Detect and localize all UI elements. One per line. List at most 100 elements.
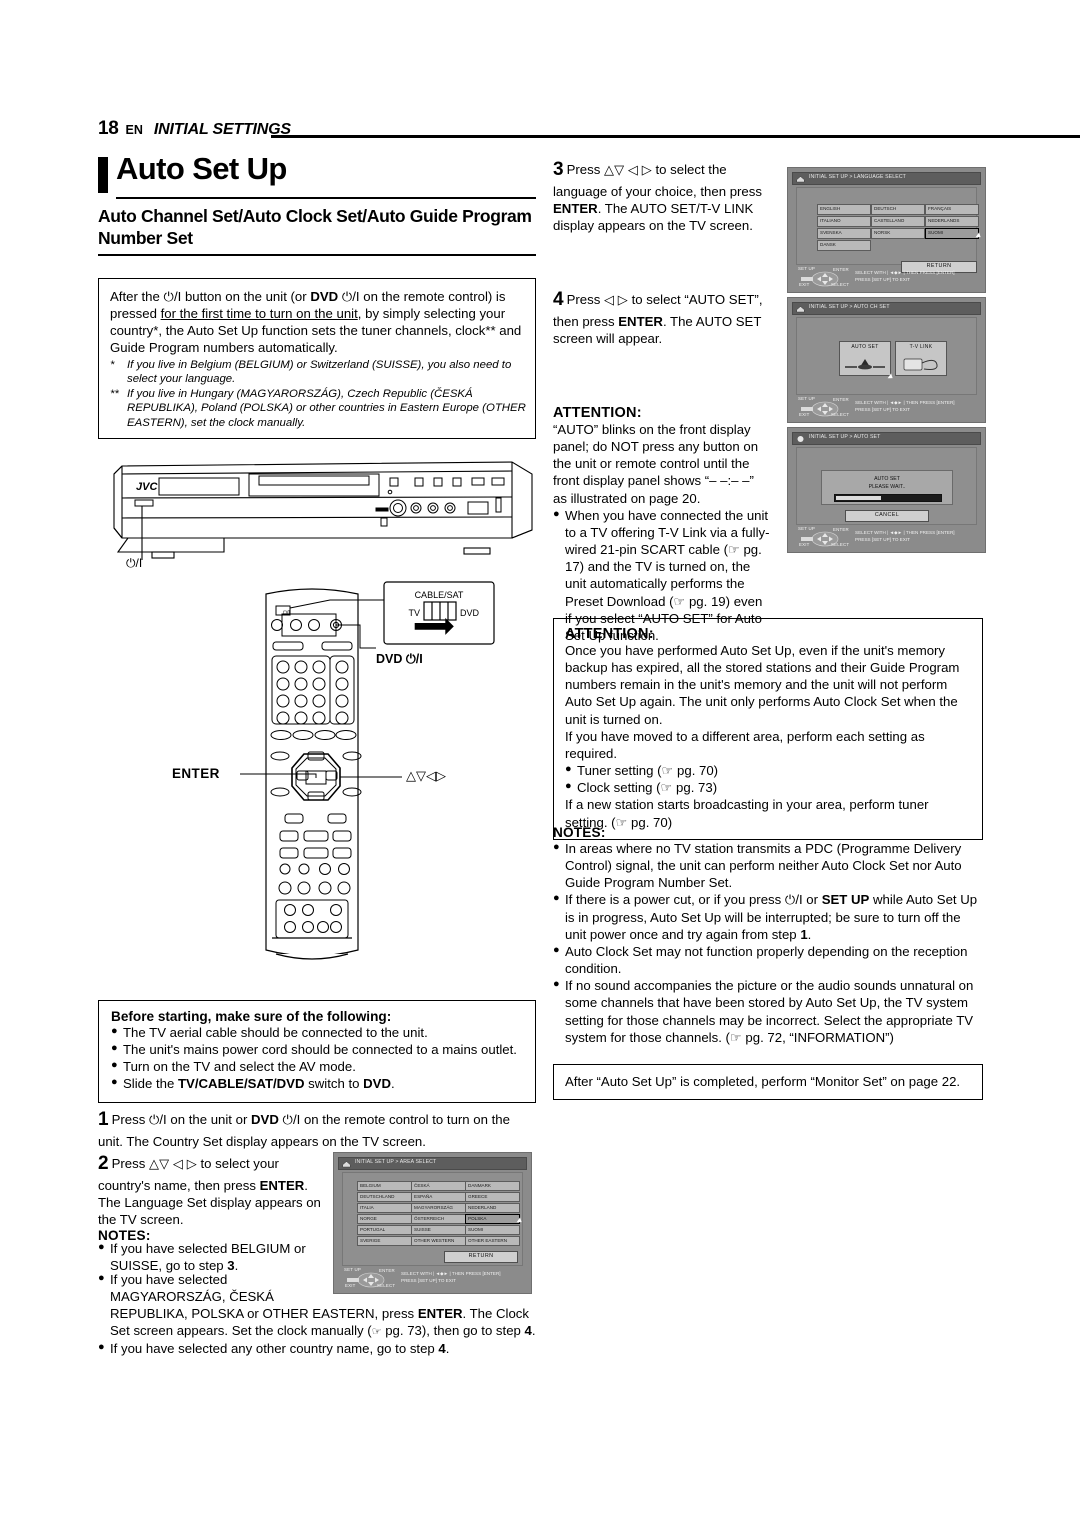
tv-link-button[interactable]: T-V LINK	[895, 341, 947, 376]
page-title: Auto Set Up	[116, 151, 287, 186]
language-footer-line2: PRESS [SET UP] TO EXIT	[855, 277, 910, 282]
area-option-danmark[interactable]: DANMARK	[465, 1181, 520, 1191]
step-3-number: 3	[553, 159, 564, 180]
autoch-footer-setup: SET UP	[798, 396, 815, 401]
notes-right-heading: NOTES:	[553, 825, 606, 840]
area-option-sverige[interactable]: SVERIGE	[357, 1236, 412, 1246]
area-option-nederland[interactable]: NEDERLAND	[465, 1203, 520, 1213]
autoset-footer-exit: EXIT	[799, 542, 810, 547]
auto-set-wait-line-1: AUTO SET	[874, 476, 900, 482]
language-option-deutsch[interactable]: DEUTSCH	[871, 204, 925, 215]
language-option-castellano[interactable]: CASTELLANO	[871, 216, 925, 227]
language-option-norsk[interactable]: NORSK	[871, 228, 925, 239]
attention-2-bullet-1: Tuner setting (☞ pg. 70)	[577, 763, 719, 779]
language-option-english[interactable]: ENGLISH	[817, 204, 871, 215]
auto-set-wait-box: AUTO SET PLEASE WAIT..	[821, 470, 953, 505]
intro-text-b: button on the unit (or	[181, 289, 311, 304]
before-item-3: Turn on the TV and select the AV mode.	[123, 1059, 356, 1075]
attention-2-heading: ATTENTION:	[565, 626, 654, 642]
osd-area-footer: SET UP ENTER EXIT SELECT SELECT WITH | ◄…	[339, 1267, 527, 1291]
autoch-footer-help: SELECT WITH | ◄◆► | THEN PRESS [ENTER] P…	[855, 399, 955, 413]
osd-autoset-title: INITIAL SET UP > AUTO SET	[809, 434, 881, 440]
list-item: ● The TV aerial cable should be connected…	[111, 1024, 525, 1041]
dvd-bold-1: DVD	[310, 289, 339, 304]
area-option-ceska[interactable]: ČESKÁ	[411, 1181, 466, 1191]
osd-area-title: INITIAL SET UP > AREA SELECT	[355, 1159, 437, 1165]
osd-language-title: INITIAL SET UP > LANGUAGE SELECT	[809, 174, 906, 180]
area-option-deutschland[interactable]: DEUTSCHLAND	[357, 1192, 412, 1202]
step-2: 2 Press △▽ ◁ ▷ to select your country's n…	[98, 1152, 326, 1228]
area-footer-enter: ENTER	[379, 1268, 395, 1273]
osd-autoset-panel: AUTO SET PLEASE WAIT.. CANCEL	[796, 447, 977, 525]
list-item: ● Tuner setting (☞ pg. 70)	[565, 762, 972, 779]
area-option-greece[interactable]: GREECE	[465, 1192, 520, 1202]
area-option-belgium[interactable]: BELGIUM	[357, 1181, 412, 1191]
area-option-suisse[interactable]: SUISSE	[411, 1225, 466, 1235]
antenna-icon	[845, 359, 885, 370]
unit-power-label: ⏻/I	[126, 556, 143, 570]
language-footer-line1: SELECT WITH | ◄◆► | THEN PRESS [ENTER]	[855, 270, 955, 275]
step-4-text: Press ◁ ▷ to select “AUTO SET”, then pre…	[553, 292, 763, 346]
step-3-text: Press △▽ ◁ ▷ to select the language of y…	[553, 162, 762, 233]
area-return-button[interactable]: RETURN	[444, 1251, 518, 1263]
intro-underlined: for the first time to turn on the unit	[160, 306, 358, 322]
language-option-italiano[interactable]: ITALIANO	[817, 216, 871, 227]
language-option-suomi[interactable]: SUOMI	[925, 228, 979, 239]
osd-autoset-titlebar: INITIAL SET UP > AUTO SET	[792, 432, 981, 445]
language-option-svenska[interactable]: SVENSKA	[817, 228, 871, 239]
pointer-cursor-icon	[975, 232, 983, 240]
notes-right-item-4: If no sound accompanies the picture or t…	[565, 978, 974, 1045]
footnote-1-text: If you live in Belgium (BELGIUM) or Swit…	[127, 358, 512, 385]
area-option-norge[interactable]: NORGE	[357, 1214, 412, 1224]
auto-set-cancel-button[interactable]: CANCEL	[845, 510, 929, 522]
area-option-other-western[interactable]: OTHER WESTERN	[411, 1236, 466, 1246]
step-1-text: Press ⏻/I on the unit or DVD ⏻/I on the …	[98, 1112, 510, 1149]
remote-control-illustration: ⏻/I CABLE/SAT TV DVD DVD ⏻/I ENTER △▽◁▷	[172, 578, 540, 978]
list-item: ● Clock setting (☞ pg. 73)	[565, 779, 972, 796]
notes-left-item-1: If you have selected BELGIUM or SUISSE, …	[110, 1241, 306, 1274]
language-option-dansk[interactable]: DANSK	[817, 240, 871, 251]
closing-box-text: After “Auto Set Up” is completed, perfor…	[565, 1074, 961, 1089]
area-option-suomi[interactable]: SUOMI	[465, 1225, 520, 1235]
notes-right-block: NOTES: ● In areas where no TV station tra…	[553, 825, 983, 1046]
step-2-number: 2	[98, 1153, 109, 1174]
notes-right-item-3: Auto Clock Set may not function properly…	[565, 943, 968, 977]
pointer-cursor-icon	[887, 373, 895, 381]
autoset-footer-help: SELECT WITH | ◄◆► | THEN PRESS [ENTER] P…	[855, 529, 955, 543]
step-3: 3 Press △▽ ◁ ▷ to select the language of …	[553, 158, 771, 234]
home-icon	[796, 175, 805, 182]
area-option-espana[interactable]: ESPAÑA	[411, 1192, 466, 1202]
step-4-number: 4	[553, 289, 564, 310]
step-4: 4 Press ◁ ▷ to select “AUTO SET”, then pr…	[553, 288, 771, 347]
list-item: ● Turn on the TV and select the AV mode.	[111, 1058, 525, 1075]
before-item-2: The unit's mains power cord should be co…	[123, 1042, 517, 1058]
autoset-footer-enter: ENTER	[833, 527, 849, 532]
page-header: 18 EN INITIAL SETTINGS	[98, 118, 1080, 140]
home-icon	[342, 1160, 351, 1167]
before-item-4-bold-1: TV/CABLE/SAT/DVD	[178, 1076, 305, 1092]
area-option-portugal[interactable]: PORTUGAL	[357, 1225, 412, 1235]
intro-paragraph: After the ⏻/I button on the unit (or DVD…	[110, 288, 526, 357]
auto-set-button[interactable]: AUTO SET	[839, 341, 891, 376]
area-option-magyarorszag[interactable]: MAGYARORSZÁG	[411, 1203, 466, 1213]
attention-2-box: ATTENTION: Once you have performed Auto …	[553, 618, 983, 840]
language-footer-setup: SET UP	[798, 266, 815, 271]
language-option-francais[interactable]: FRANÇAIS	[925, 204, 979, 215]
autoset-footer-select: SELECT	[831, 542, 850, 547]
area-option-polska[interactable]: POLSKA	[465, 1214, 520, 1224]
progress-bar	[834, 494, 942, 502]
area-footer-setup: SET UP	[344, 1267, 361, 1272]
area-option-italia[interactable]: ITALIA	[357, 1203, 412, 1213]
area-option-other-eastern[interactable]: OTHER EASTERN	[465, 1236, 520, 1246]
unit-front-illustration: JVC ⏻/I	[104, 452, 540, 582]
unit-brand-label: JVC	[136, 481, 158, 493]
autoset-footer-line1: SELECT WITH | ◄◆► | THEN PRESS [ENTER]	[855, 530, 955, 535]
language-footer-exit: EXIT	[799, 282, 810, 287]
notes-left-list-top: ● If you have selected BELGIUM or SUISSE,…	[98, 1240, 326, 1274]
list-item: ● The unit's mains power cord should be c…	[111, 1041, 525, 1058]
title-rule	[116, 197, 536, 199]
autoch-footer-line2: PRESS [SET UP] TO EXIT	[855, 407, 910, 412]
area-option-osterreich[interactable]: ÖSTERREICH	[411, 1214, 466, 1224]
language-option-nederlands[interactable]: NEDERLANDS	[925, 216, 979, 227]
svg-text:⏻/I: ⏻/I	[283, 610, 290, 616]
